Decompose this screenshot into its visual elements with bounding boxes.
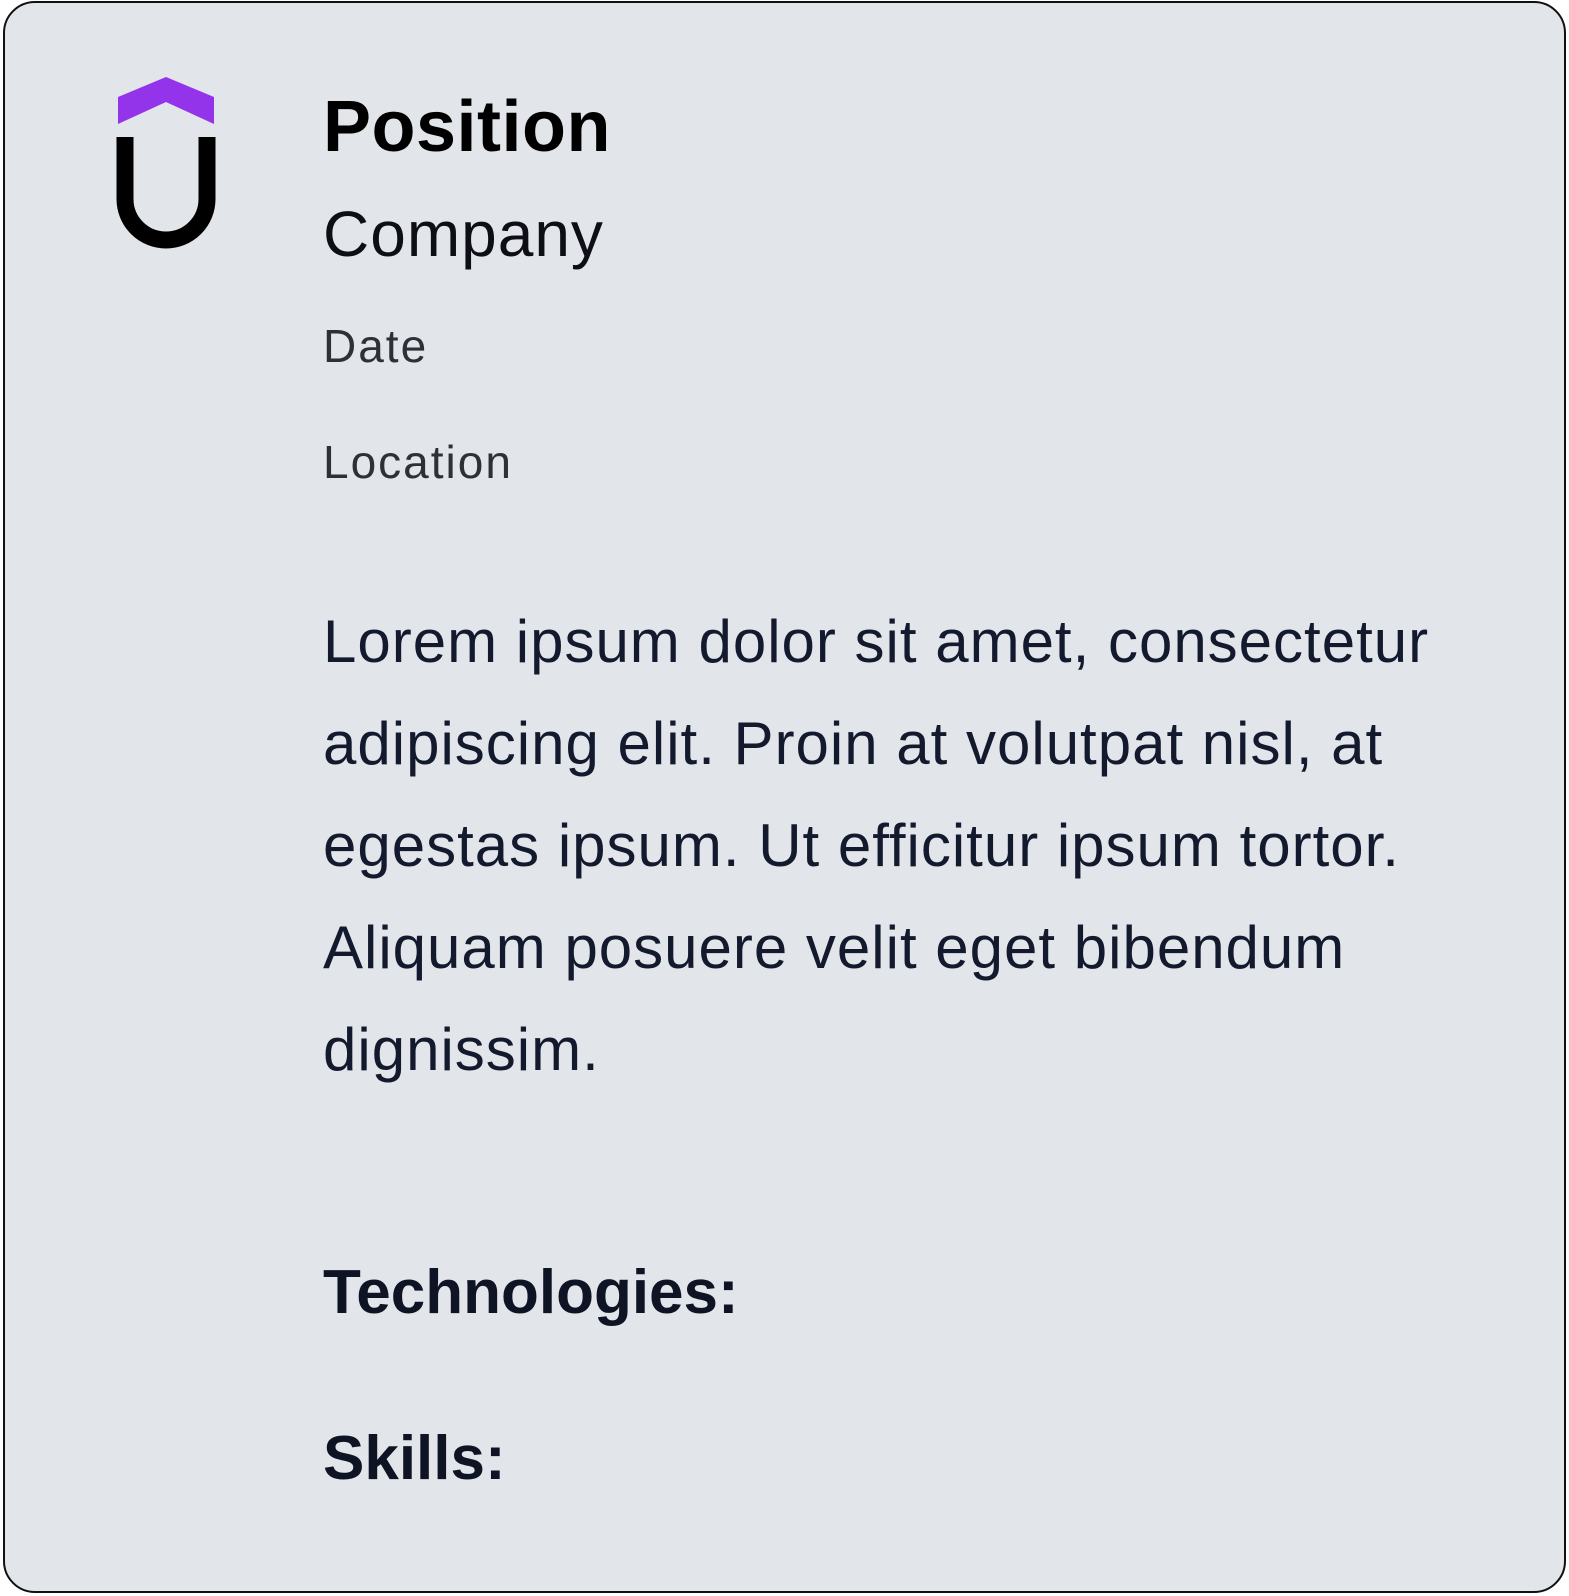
technologies-label: Technologies: <box>323 1258 739 1327</box>
company-name: Company <box>323 198 604 270</box>
date-text: Date <box>323 320 429 372</box>
location-text: Location <box>323 436 513 488</box>
company-logo-icon <box>115 75 219 251</box>
skills-label: Skills: <box>323 1424 506 1493</box>
description-text: Lorem ipsum dolor sit amet, consectetur … <box>323 608 1430 1083</box>
position-title: Position <box>323 87 611 167</box>
experience-card: Position Company Date Location Lorem ips… <box>3 1 1566 1593</box>
